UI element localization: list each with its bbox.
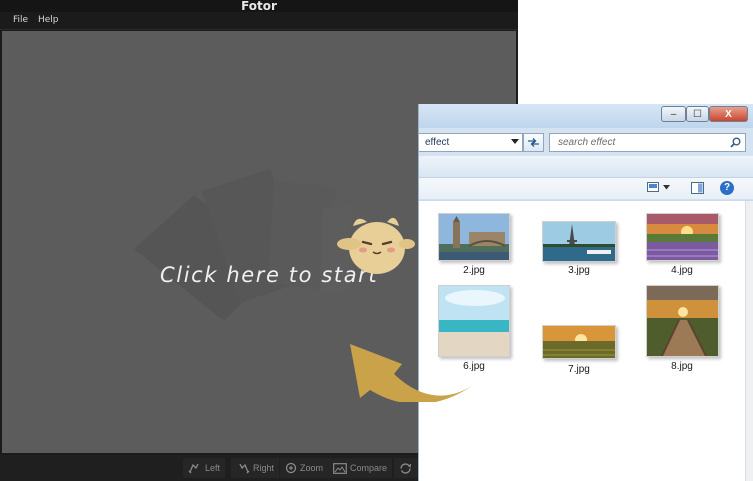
search-input[interactable]: [558, 137, 718, 148]
change-view-button[interactable]: [647, 182, 670, 192]
vertical-scrollbar[interactable]: [745, 201, 753, 481]
search-box[interactable]: [549, 133, 746, 152]
file-thumbnail: [438, 213, 510, 261]
explorer-command-band: [419, 156, 753, 178]
file-thumbnail: [646, 213, 719, 261]
file-name: 3.jpg: [568, 265, 590, 276]
rotate-left-icon: [188, 463, 199, 474]
fotor-titlebar: Fotor: [0, 0, 518, 13]
rotate-right-button[interactable]: Right: [231, 458, 280, 478]
fotor-mascot-icon: [337, 217, 415, 274]
explorer-address-bar: effect: [419, 128, 753, 156]
close-button[interactable]: X: [709, 106, 748, 122]
zoom-label: Zoom: [300, 463, 324, 473]
file-name: 4.jpg: [671, 265, 693, 276]
rotate-left-button[interactable]: Left: [183, 458, 226, 478]
file-thumbnail: [542, 221, 616, 262]
file-thumbnail: [646, 285, 719, 357]
compare-icon: [333, 462, 347, 474]
address-field[interactable]: effect: [419, 133, 523, 152]
preview-pane-icon[interactable]: [691, 182, 704, 194]
paris-photo: [543, 222, 615, 261]
file-item-2jpg[interactable]: 2.jpg: [429, 213, 519, 283]
boardwalk-photo: [647, 286, 718, 356]
file-explorer-window: – ☐ X effect search effect ? 2.jpg 3.jpg…: [418, 104, 753, 481]
file-name: 2.jpg: [463, 265, 485, 276]
fotor-menubar: File Help: [0, 12, 518, 30]
explorer-toolbar: ?: [419, 178, 753, 200]
help-button[interactable]: ?: [720, 181, 734, 195]
zoom-icon: [285, 462, 297, 474]
file-item-7jpg[interactable]: 7.jpg: [534, 325, 624, 375]
chevron-down-icon: [663, 184, 670, 189]
file-name: 7.jpg: [568, 364, 590, 375]
rotate-button[interactable]: [394, 458, 418, 478]
refresh-icon: [528, 138, 539, 147]
explorer-titlebar[interactable]: – ☐ X: [419, 104, 753, 128]
view-icon: [647, 182, 659, 192]
drag-arrow-icon: [350, 344, 472, 402]
lavender-field-photo: [647, 214, 718, 260]
menu-file[interactable]: File: [13, 15, 28, 25]
file-item-3jpg[interactable]: 3.jpg: [534, 221, 624, 283]
zoom-button[interactable]: Zoom: [280, 458, 329, 478]
address-dropdown-icon[interactable]: [511, 139, 519, 144]
rotate-left-label: Left: [205, 463, 221, 473]
file-item-4jpg[interactable]: 4.jpg: [637, 213, 727, 283]
file-thumbnail: [542, 325, 616, 359]
compare-button[interactable]: Compare: [328, 458, 393, 478]
maximize-button[interactable]: ☐: [686, 106, 709, 122]
rotate-icon: [400, 462, 412, 474]
rotate-right-icon: [239, 463, 250, 474]
menu-help[interactable]: Help: [38, 15, 59, 25]
search-icon[interactable]: [730, 137, 741, 148]
file-item-8jpg[interactable]: 8.jpg: [637, 285, 727, 375]
field-sunset-photo: [543, 326, 615, 358]
file-name: 8.jpg: [671, 361, 693, 372]
compare-label: Compare: [350, 463, 388, 473]
rotate-right-label: Right: [253, 463, 275, 473]
refresh-button[interactable]: [523, 133, 544, 152]
minimize-button[interactable]: –: [661, 106, 686, 122]
london-photo: [439, 214, 509, 260]
